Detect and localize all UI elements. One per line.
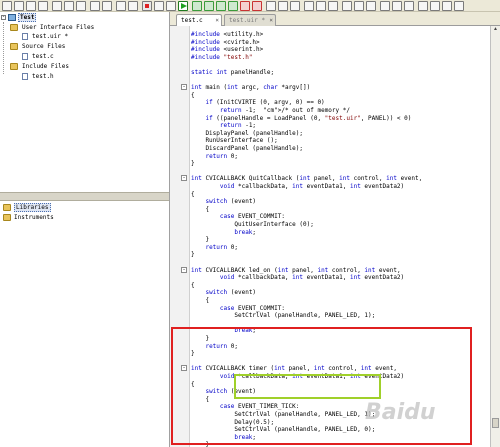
- tree-row-file[interactable]: test.uir *: [0, 32, 169, 41]
- open-file-icon[interactable]: [14, 1, 24, 11]
- vertical-scrollbar[interactable]: ▲: [490, 26, 500, 447]
- undo-icon[interactable]: [90, 1, 100, 11]
- file-label[interactable]: test.uir *: [32, 32, 68, 41]
- paste-icon[interactable]: [76, 1, 86, 11]
- pane-splitter[interactable]: [0, 192, 169, 201]
- tree-row-group[interactable]: Include Files: [0, 62, 169, 71]
- tab-test-c[interactable]: test.c ×: [176, 14, 222, 26]
- close-icon[interactable]: ×: [269, 15, 273, 26]
- help-icon[interactable]: [454, 1, 464, 11]
- folder-icon: [10, 63, 18, 70]
- group-label[interactable]: Include Files: [22, 62, 69, 71]
- watch-icon[interactable]: [266, 1, 276, 11]
- step-into-icon[interactable]: [192, 1, 202, 11]
- tree-row-group[interactable]: User Interface Files: [0, 23, 169, 32]
- prev-bookmark-icon[interactable]: [404, 1, 414, 11]
- project-name[interactable]: Test: [18, 13, 37, 22]
- variables-icon[interactable]: [278, 1, 288, 11]
- tab-test-uir[interactable]: test.uir * ×: [224, 14, 276, 26]
- step-over-icon[interactable]: [204, 1, 214, 11]
- outdent-icon[interactable]: [430, 1, 440, 11]
- indent-icon[interactable]: [418, 1, 428, 11]
- file-icon: [22, 73, 28, 80]
- tab-label: test.c: [181, 17, 203, 24]
- align-center-icon[interactable]: [316, 1, 326, 11]
- breakpoint-icon[interactable]: [240, 1, 250, 11]
- library-label[interactable]: Libraries: [14, 203, 51, 212]
- code-line[interactable]: static int panelHandle;: [191, 69, 274, 77]
- run-icon[interactable]: [178, 1, 188, 11]
- scroll-thumb[interactable]: [492, 418, 499, 428]
- tab-label: test.uir *: [229, 17, 266, 24]
- folder-icon: [3, 204, 11, 211]
- fold-toggle-icon[interactable]: -: [181, 175, 187, 182]
- window-cascade-icon[interactable]: [354, 1, 364, 11]
- project-tree: - Test User Interface Files test.uir * S…: [0, 12, 169, 192]
- folder-icon: [10, 24, 18, 31]
- bookmark-icon[interactable]: [380, 1, 390, 11]
- tree-row-group[interactable]: Source Files: [0, 42, 169, 51]
- memory-icon[interactable]: [290, 1, 300, 11]
- group-label[interactable]: Source Files: [22, 42, 65, 51]
- tree-row-instruments[interactable]: Instruments: [0, 213, 169, 222]
- code-line[interactable]: #include "test.h": [191, 54, 252, 62]
- file-icon: [22, 33, 28, 40]
- library-tree: Libraries Instruments: [0, 201, 169, 447]
- watermark-text: Baidu: [365, 400, 436, 425]
- file-label[interactable]: test.c: [32, 52, 54, 61]
- file-icon: [22, 53, 28, 60]
- fold-toggle-icon[interactable]: -: [181, 84, 187, 91]
- redo-icon[interactable]: [102, 1, 112, 11]
- new-file-icon[interactable]: [2, 1, 12, 11]
- folder-icon: [3, 214, 11, 221]
- code-line[interactable]: SetCtrlVal (panelHandle, PANEL_LED, 1);: [191, 312, 375, 320]
- next-bookmark-icon[interactable]: [392, 1, 402, 11]
- collapse-icon[interactable]: -: [1, 15, 6, 20]
- code-line[interactable]: void *callbackData, int eventData1, int …: [191, 183, 404, 191]
- folder-icon: [10, 43, 18, 50]
- project-icon: [8, 14, 16, 21]
- tree-row-file[interactable]: test.c: [0, 52, 169, 61]
- editor-tabbar: test.c × test.uir * ×: [170, 12, 500, 26]
- save-icon[interactable]: [26, 1, 36, 11]
- scroll-up-icon[interactable]: ▲: [492, 26, 499, 33]
- toolbar: [0, 0, 500, 12]
- step-out-icon[interactable]: [216, 1, 226, 11]
- cut-icon[interactable]: [52, 1, 62, 11]
- highlight-box-green: [234, 374, 381, 399]
- code-line[interactable]: }: [191, 251, 195, 259]
- project-pane: - Test User Interface Files test.uir * S…: [0, 12, 170, 447]
- code-line[interactable]: void *callbackData, int eventData1, int …: [191, 274, 404, 282]
- window-split-icon[interactable]: [366, 1, 376, 11]
- tree-row-file[interactable]: test.h: [0, 72, 169, 81]
- tree-row-libraries[interactable]: Libraries: [0, 203, 169, 212]
- align-right-icon[interactable]: [328, 1, 338, 11]
- replace-icon[interactable]: [128, 1, 138, 11]
- stop-icon[interactable]: [142, 1, 152, 11]
- close-icon[interactable]: ×: [215, 15, 219, 26]
- window-tile-icon[interactable]: [342, 1, 352, 11]
- comment-icon[interactable]: [442, 1, 452, 11]
- instruments-label[interactable]: Instruments: [14, 213, 54, 222]
- file-label[interactable]: test.h: [32, 72, 54, 81]
- code-line[interactable]: int main (int argc, char *argv[]): [191, 84, 310, 92]
- print-icon[interactable]: [38, 1, 48, 11]
- group-label[interactable]: User Interface Files: [22, 23, 94, 32]
- tree-row-project[interactable]: - Test: [0, 13, 169, 22]
- find-icon[interactable]: [116, 1, 126, 11]
- code-line[interactable]: return 0;: [191, 153, 238, 161]
- code-line[interactable]: return 0;: [191, 244, 238, 252]
- clear-breakpoint-icon[interactable]: [252, 1, 262, 11]
- fold-toggle-icon[interactable]: -: [181, 266, 187, 273]
- build-icon[interactable]: [154, 1, 164, 11]
- code-line[interactable]: }: [191, 160, 195, 168]
- align-left-icon[interactable]: [304, 1, 314, 11]
- compile-icon[interactable]: [166, 1, 176, 11]
- copy-icon[interactable]: [64, 1, 74, 11]
- continue-icon[interactable]: [228, 1, 238, 11]
